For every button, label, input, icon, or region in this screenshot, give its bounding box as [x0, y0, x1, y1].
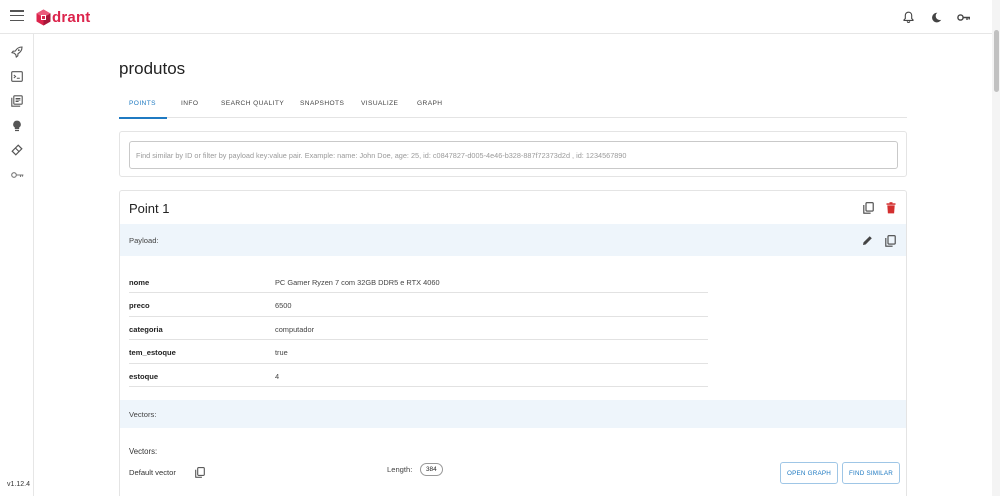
- length-badge: 384: [420, 463, 443, 476]
- tab-info[interactable]: INFO: [181, 96, 198, 118]
- collection-tabs: POINTS INFO SEARCH QUALITY SNAPSHOTS VIS…: [119, 96, 907, 119]
- point-card: Point 1 Payload: nome PC Gamer Ryzen 7 c…: [119, 190, 907, 496]
- length-label: Length:: [387, 465, 413, 474]
- tab-graph[interactable]: GRAPH: [417, 96, 442, 118]
- table-row: nome PC Gamer Ryzen 7 com 32GB DDR5 e RT…: [129, 270, 708, 294]
- terminal-icon[interactable]: [9, 68, 25, 84]
- vector-name: Default vector: [129, 468, 176, 477]
- search-input[interactable]: [129, 141, 898, 169]
- qdrant-logo-icon: [36, 9, 51, 25]
- table-row: categoria computador: [129, 317, 708, 341]
- moon-icon[interactable]: [928, 9, 944, 25]
- logo-text: drant: [52, 8, 91, 26]
- payload-value: 4: [275, 371, 280, 381]
- sidebar: v1.12.4: [0, 34, 34, 496]
- scrollbar-thumb[interactable]: [994, 30, 999, 92]
- key-icon[interactable]: [956, 9, 972, 25]
- edit-icon[interactable]: [861, 234, 874, 247]
- copy-vector-icon[interactable]: [193, 466, 206, 479]
- vectors-section-label: Vectors:: [129, 410, 157, 419]
- copy-payload-icon[interactable]: [884, 234, 897, 247]
- tab-visualize[interactable]: VISUALIZE: [361, 96, 398, 118]
- copy-icon[interactable]: [862, 201, 875, 214]
- payload-key: preco: [129, 301, 150, 311]
- page-title: produtos: [119, 59, 186, 78]
- table-row: estoque 4: [129, 364, 708, 387]
- payload-header: Payload:: [120, 224, 906, 256]
- tab-search-quality[interactable]: SEARCH QUALITY: [221, 96, 284, 118]
- table-row: tem_estoque true: [129, 340, 708, 364]
- payload-key: nome: [129, 278, 150, 287]
- find-similar-button[interactable]: FIND SIMILAR: [842, 462, 901, 484]
- tab-snapshots[interactable]: SNAPSHOTS: [300, 96, 344, 118]
- search-card: [119, 131, 907, 177]
- top-bar: drant: [0, 0, 992, 34]
- version-label: v1.12.4: [7, 481, 30, 488]
- bell-icon[interactable]: [900, 9, 916, 25]
- menu-icon[interactable]: [10, 10, 24, 24]
- payload-value: computador: [275, 324, 315, 334]
- payload-key: estoque: [129, 371, 159, 381]
- rocket-icon[interactable]: [9, 44, 25, 60]
- payload-key: tem_estoque: [129, 348, 176, 358]
- api-key-icon[interactable]: [9, 167, 25, 183]
- datasets-icon[interactable]: [9, 142, 25, 158]
- collections-icon[interactable]: [9, 93, 25, 109]
- tab-points[interactable]: POINTS: [129, 96, 156, 118]
- lightbulb-icon[interactable]: [9, 118, 25, 134]
- payload-key: categoria: [129, 324, 163, 334]
- payload-table: nome PC Gamer Ryzen 7 com 32GB DDR5 e RT…: [129, 270, 708, 387]
- payload-label: Payload:: [129, 236, 159, 245]
- payload-value: PC Gamer Ryzen 7 com 32GB DDR5 e RTX 406…: [275, 278, 440, 287]
- payload-value: 6500: [275, 301, 292, 311]
- logo[interactable]: drant: [36, 8, 91, 26]
- active-tab-indicator: [119, 117, 167, 119]
- point-title: Point 1: [129, 201, 170, 216]
- open-graph-button[interactable]: OPEN GRAPH: [780, 462, 838, 484]
- table-row: preco 6500: [129, 293, 708, 317]
- vectors-heading: Vectors:: [129, 447, 158, 456]
- payload-value: true: [275, 348, 288, 358]
- delete-icon[interactable]: [884, 201, 897, 214]
- page-scrollbar[interactable]: [992, 0, 1000, 496]
- vectors-header: Vectors:: [120, 400, 906, 428]
